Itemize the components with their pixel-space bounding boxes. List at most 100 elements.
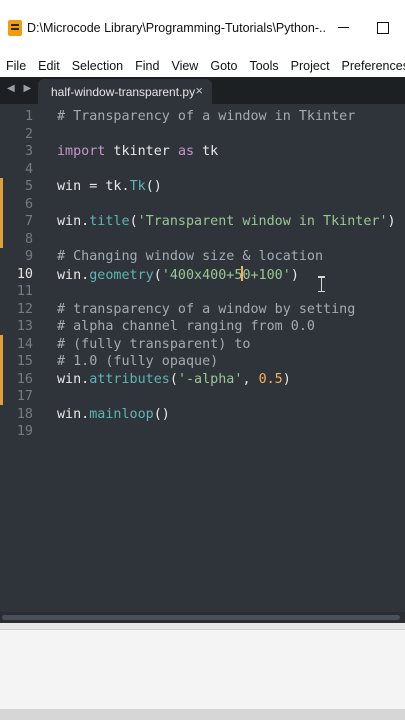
menu-selection[interactable]: Selection (66, 59, 129, 73)
line-number: 17 (16, 389, 33, 404)
code-line[interactable]: 3 import tkinter as tk (0, 143, 405, 161)
code-text: win = tk.Tk() (57, 178, 162, 196)
code-token: , (242, 371, 259, 387)
code-text: # transparency of a window by setting (57, 301, 355, 319)
code-token: () (153, 406, 170, 422)
line-number: 4 (24, 161, 33, 177)
code-token: # 1.0 (fully opaque) (57, 354, 219, 369)
code-line[interactable]: 5 win = tk.Tk() (0, 178, 405, 196)
code-token: Tk (129, 179, 146, 194)
code-text: win.geometry('400x400+50+100') (57, 265, 299, 285)
code-line[interactable]: 16 win.attributes('-alpha', 0.5) (0, 371, 405, 389)
line-number: 14 (16, 336, 33, 352)
line-number: 11 (16, 284, 33, 299)
console-panel[interactable] (0, 629, 405, 710)
line-number: 12 (16, 301, 33, 317)
line-number: 3 (24, 144, 33, 159)
code-token: win = tk. (57, 179, 130, 194)
code-token: '400x400+5 (161, 267, 243, 283)
code-token: mainloop (89, 406, 154, 422)
code-token: # Changing window size & location (57, 249, 324, 264)
code-text: # (fully transparent) to (57, 336, 250, 354)
menu-find[interactable]: Find (129, 59, 165, 73)
code-line[interactable]: 2 (0, 126, 405, 144)
menu-file[interactable]: File (0, 59, 32, 73)
tab-nav-arrows-icon[interactable]: ◀ ▶ (7, 83, 34, 94)
tab-close-icon[interactable]: × (195, 83, 203, 98)
code-token: win. (57, 371, 90, 387)
code-token: ) (282, 371, 291, 387)
code-token: tkinter (105, 144, 178, 159)
menu-preferences[interactable]: Preferences (336, 59, 405, 73)
code-line[interactable]: 11 (0, 283, 405, 301)
code-line[interactable]: 8 (0, 231, 405, 249)
code-token: () (145, 179, 162, 194)
menu-project[interactable]: Project (285, 59, 336, 73)
code-line[interactable]: 14 # (fully transparent) to (0, 336, 405, 354)
code-token: 0+100' (242, 267, 291, 283)
code-text: win.attributes('-alpha', 0.5) (57, 371, 291, 389)
code-token: geometry (89, 267, 154, 283)
line-number: 18 (16, 406, 33, 422)
maximize-button[interactable] (363, 0, 403, 55)
code-text: # Changing window size & location (57, 248, 323, 266)
code-line[interactable]: 7 win.title('Transparent window in Tkinte… (0, 213, 405, 231)
tab-half-window-transparent[interactable]: half-window-transparent.py × (38, 79, 212, 104)
line-number: 1 (24, 109, 33, 124)
code-token: title (89, 214, 130, 229)
tab-label: half-window-transparent.py (51, 84, 196, 99)
minimize-icon (337, 27, 349, 28)
line-number: 5 (24, 179, 33, 194)
code-line[interactable]: 9 # Changing window size & location (0, 248, 405, 266)
code-token: ( (129, 214, 138, 229)
code-token: ) (387, 214, 396, 229)
code-line[interactable]: 15 # 1.0 (fully opaque) (0, 353, 405, 371)
code-token: # (fully transparent) to (57, 336, 251, 352)
code-line[interactable]: 1 # Transparency of a window in Tkinter (0, 108, 405, 126)
menu-view[interactable]: View (165, 59, 204, 73)
code-text: win.mainloop() (57, 406, 170, 424)
menu-bar: File Edit Selection Find View Goto Tools… (0, 55, 405, 77)
line-number: 16 (16, 371, 33, 387)
sublime-text-icon (8, 19, 22, 36)
line-number: 9 (24, 249, 33, 264)
horizontal-scrollbar[interactable] (0, 612, 405, 623)
code-token: 'Transparent window in Tkinter' (137, 214, 388, 229)
code-line[interactable]: 6 (0, 196, 405, 214)
menu-edit[interactable]: Edit (32, 59, 66, 73)
line-number: 8 (24, 231, 33, 247)
code-text: import tkinter as tk (57, 143, 218, 161)
window-title: D:\Microcode Library\Programming-Tutoria… (27, 20, 327, 35)
code-token: import (57, 144, 106, 159)
menu-goto[interactable]: Goto (204, 59, 243, 73)
line-number: 13 (16, 319, 33, 334)
minimize-button[interactable] (323, 0, 363, 55)
code-token: attributes (89, 371, 170, 387)
line-number: 10 (16, 266, 33, 282)
code-line[interactable]: 12 # transparency of a window by setting (0, 301, 405, 319)
line-number: 7 (24, 214, 33, 229)
status-bar (0, 709, 405, 720)
code-token: tk (194, 144, 219, 159)
menu-tools[interactable]: Tools (243, 59, 284, 73)
maximize-icon (377, 21, 389, 34)
tab-bar: ◀ ▶ half-window-transparent.py × (0, 77, 405, 104)
code-line[interactable]: 19 (0, 423, 405, 441)
code-line[interactable]: 17 (0, 388, 405, 406)
code-token: # transparency of a window by setting (57, 301, 356, 317)
line-number: 19 (16, 424, 33, 439)
code-token: win. (57, 406, 90, 422)
line-number: 15 (16, 354, 33, 369)
code-line[interactable]: 4 (0, 161, 405, 179)
scrollbar-thumb[interactable] (2, 615, 400, 620)
code-token: # Transparency of a window in Tkinter (57, 109, 356, 124)
code-line[interactable]: 18 win.mainloop() (0, 406, 405, 424)
code-line[interactable]: 10 win.geometry('400x400+50+100') (0, 265, 405, 285)
code-line[interactable]: 13 # alpha channel ranging from 0.0 (0, 318, 405, 336)
code-token: win. (57, 214, 90, 229)
line-number: 6 (24, 196, 33, 212)
code-token: ( (169, 371, 178, 387)
code-text: # 1.0 (fully opaque) (57, 353, 218, 371)
title-bar: D:\Microcode Library\Programming-Tutoria… (0, 0, 405, 55)
code-editor[interactable]: 1 # Transparency of a window in Tkinter 2 3… (0, 104, 405, 612)
